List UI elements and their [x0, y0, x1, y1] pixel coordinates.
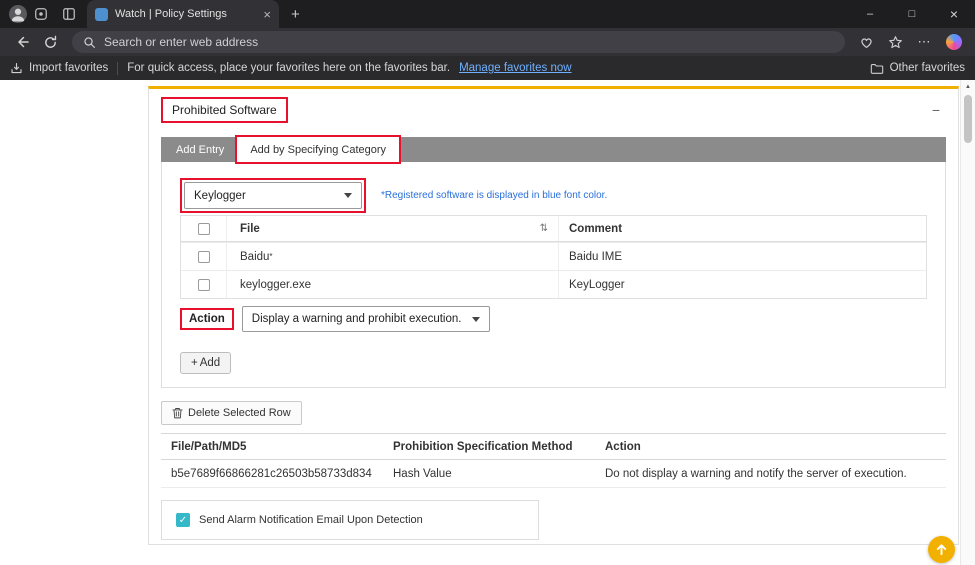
file-cell: keylogger.exe — [240, 279, 311, 291]
window-controls: – □ × — [849, 0, 975, 28]
column-header: Action — [605, 441, 946, 453]
vertical-tabs-icon[interactable] — [55, 0, 83, 28]
divider — [117, 62, 118, 75]
back-arrow-icon — [14, 34, 30, 50]
category-select[interactable]: Keylogger — [184, 182, 362, 209]
favorites-hub-icon[interactable] — [882, 30, 909, 54]
copilot-icon — [946, 34, 962, 50]
alarm-notification-box: ✓ Send Alarm Notification Email Upon Det… — [161, 500, 539, 540]
settings-menu-icon[interactable]: ⋯ — [911, 30, 938, 54]
manage-favorites-link[interactable]: Manage favorites now — [459, 62, 572, 74]
window-close-button[interactable]: × — [933, 0, 975, 28]
back-to-top-button[interactable] — [928, 536, 955, 563]
delete-button-label: Delete Selected Row — [188, 407, 291, 419]
action-label: Action — [180, 308, 234, 330]
address-bar[interactable]: Search or enter web address — [72, 31, 845, 53]
category-select-value: Keylogger — [194, 190, 246, 202]
maximize-button[interactable]: □ — [891, 0, 933, 28]
sort-icon[interactable]: ⇅ — [540, 223, 548, 234]
table-row: Baidu* Baidu IME — [181, 242, 926, 270]
chevron-down-icon — [344, 193, 352, 198]
favorites-bar: Import favorites For quick access, place… — [0, 56, 975, 80]
profile-avatar[interactable] — [9, 5, 27, 23]
folder-icon — [870, 62, 884, 75]
back-button[interactable] — [8, 30, 35, 54]
browser-tab[interactable]: Watch | Policy Settings × — [87, 0, 279, 28]
other-favorites-button[interactable]: Other favorites — [870, 62, 965, 75]
section-title: Prohibited Software — [161, 97, 288, 123]
method-cell: Hash Value — [393, 468, 605, 480]
software-table-header: File ⇅ Comment — [181, 216, 926, 242]
column-header: Prohibition Specification Method — [393, 441, 605, 453]
import-favorites-button[interactable]: Import favorites — [10, 62, 108, 75]
prohibition-table-header: File/Path/MD5 Prohibition Specification … — [161, 433, 946, 460]
registered-note: *Registered software is displayed in blu… — [381, 190, 607, 201]
workspaces-icon[interactable] — [27, 0, 55, 28]
favorites-hint: For quick access, place your favorites h… — [127, 62, 450, 74]
minimize-button[interactable]: – — [849, 0, 891, 28]
add-button-label: Add — [200, 357, 220, 369]
entry-tabbar: Add Entry Add by Specifying Category — [161, 137, 946, 162]
scroll-up-icon[interactable]: ▲ — [961, 84, 975, 90]
row-checkbox[interactable] — [198, 251, 210, 263]
panel-header: Prohibited Software − — [161, 97, 946, 123]
file-cell: Baidu — [240, 251, 269, 263]
alarm-label: Send Alarm Notification Email Upon Detec… — [199, 514, 423, 526]
select-all-checkbox[interactable] — [198, 223, 210, 235]
tab-close-icon[interactable]: × — [263, 8, 271, 21]
copilot-button[interactable] — [940, 30, 967, 54]
table-row: b5e7689f66866281c26503b58733d834 Hash Va… — [161, 460, 946, 488]
comment-cell: Baidu IME — [558, 243, 926, 270]
check-icon: ✓ — [179, 515, 187, 526]
browser-titlebar: Watch | Policy Settings × + – □ × — [0, 0, 975, 28]
add-button[interactable]: +Add — [180, 352, 231, 374]
action-select-value: Display a warning and prohibit execution… — [252, 313, 462, 325]
browser-essentials-icon[interactable] — [853, 30, 880, 54]
person-icon — [9, 5, 27, 23]
tab-add-by-category[interactable]: Add by Specifying Category — [237, 137, 399, 162]
collapse-icon[interactable]: − — [932, 103, 940, 117]
file-header: File — [240, 223, 260, 235]
tab-panel: Keylogger *Registered software is displa… — [161, 162, 946, 388]
refresh-button[interactable] — [37, 30, 64, 54]
chevron-down-icon — [472, 317, 480, 322]
tab-favicon — [95, 8, 108, 21]
action-row: Action Display a warning and prohibit ex… — [180, 306, 927, 332]
up-arrow-icon — [934, 542, 949, 557]
new-tab-button[interactable]: + — [291, 6, 300, 23]
trash-icon — [172, 407, 183, 419]
browser-navbar: Search or enter web address ⋯ — [0, 28, 975, 56]
action-select[interactable]: Display a warning and prohibit execution… — [242, 306, 490, 332]
page-scrollbar[interactable]: ▲ — [960, 80, 975, 565]
address-placeholder: Search or enter web address — [104, 35, 258, 49]
row-checkbox[interactable] — [198, 279, 210, 291]
scrollbar-thumb[interactable] — [964, 95, 972, 143]
column-header: File/Path/MD5 — [161, 441, 393, 453]
software-table: File ⇅ Comment Baidu* Baidu IME keylogge… — [180, 215, 927, 299]
import-favorites-label: Import favorites — [29, 62, 108, 74]
md5-cell: b5e7689f66866281c26503b58733d834 — [161, 468, 393, 480]
file-superscript: * — [269, 252, 272, 261]
tab-add-entry[interactable]: Add Entry — [163, 137, 237, 162]
import-favorites-icon — [10, 62, 23, 75]
prohibition-table: File/Path/MD5 Prohibition Specification … — [161, 433, 946, 488]
prohibited-software-panel: Prohibited Software − Add Entry Add by S… — [148, 86, 959, 545]
tab-title: Watch | Policy Settings — [115, 8, 256, 20]
search-icon — [83, 36, 96, 49]
comment-header: Comment — [558, 216, 926, 241]
action-cell: Do not display a warning and notify the … — [605, 468, 946, 480]
category-select-annotation: Keylogger — [180, 178, 366, 213]
table-row: keylogger.exe KeyLogger — [181, 270, 926, 298]
other-favorites-label: Other favorites — [890, 62, 965, 74]
comment-cell: KeyLogger — [558, 271, 926, 298]
delete-selected-row-button[interactable]: Delete Selected Row — [161, 401, 302, 425]
plus-icon: + — [191, 357, 198, 369]
refresh-icon — [43, 35, 58, 50]
page-content: Prohibited Software − Add Entry Add by S… — [0, 80, 960, 565]
alarm-checkbox[interactable]: ✓ — [176, 513, 190, 527]
